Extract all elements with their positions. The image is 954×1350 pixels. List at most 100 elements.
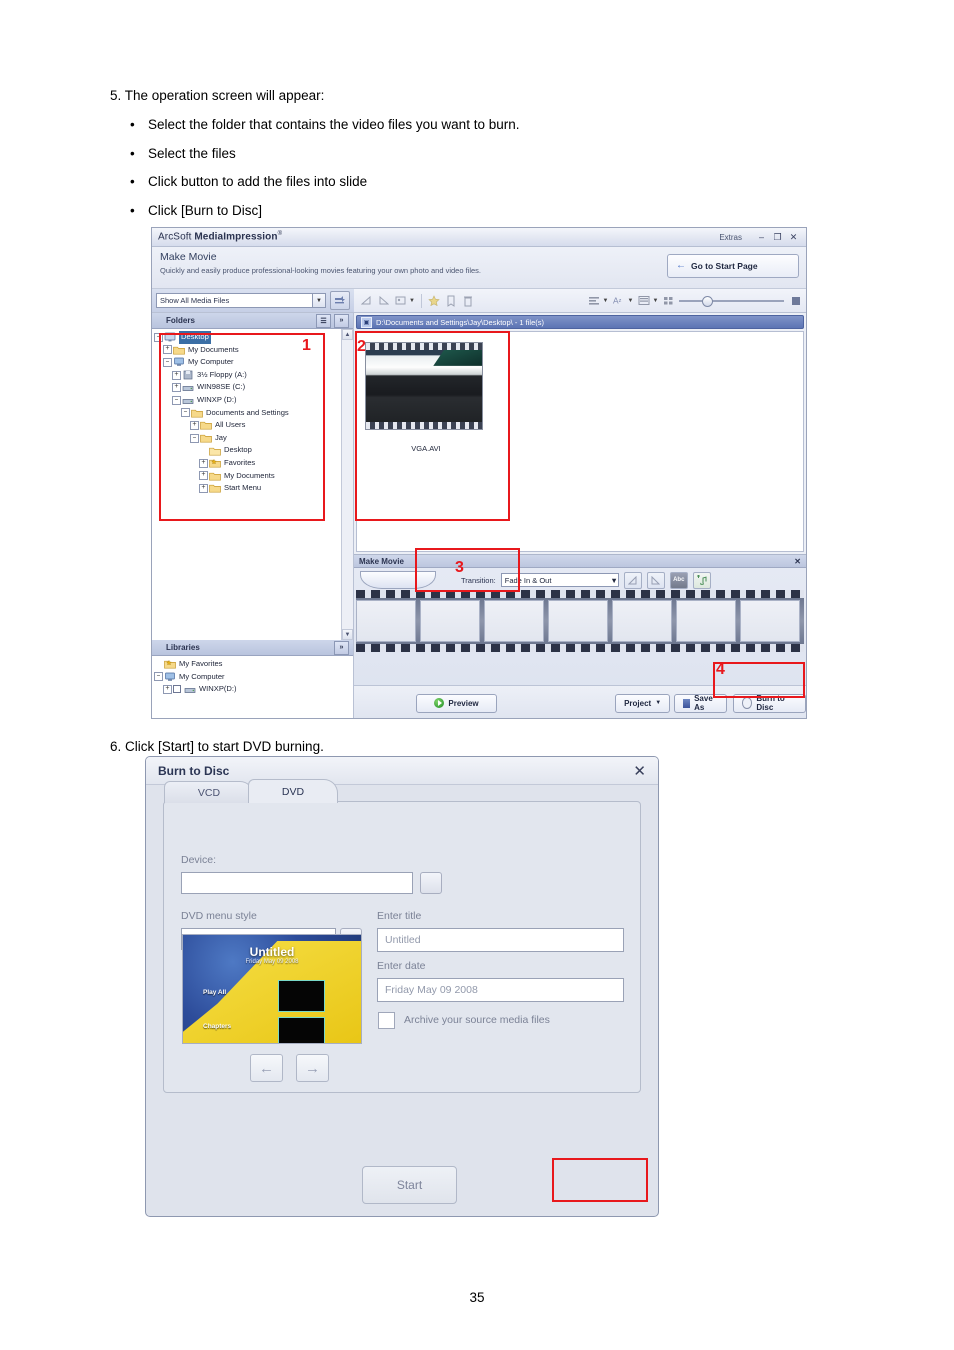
media-thumbnail-item[interactable]: VGA.AVI (365, 342, 487, 453)
tree-item-checkbox[interactable] (173, 685, 181, 694)
collapse-icon[interactable]: – (190, 433, 199, 443)
folders-pane-grip-icon[interactable]: ☰ (316, 313, 331, 328)
chevron-down-icon[interactable]: ▼ (312, 294, 325, 307)
thumbnail-zoom-slider[interactable] (679, 295, 784, 307)
zoom-slider-knob[interactable] (702, 295, 714, 307)
tree-item[interactable]: + My Documents (154, 344, 353, 357)
video-thumbnail[interactable] (365, 342, 483, 430)
collapse-icon[interactable]: – (154, 332, 163, 342)
close-button[interactable]: ✕ (787, 231, 800, 243)
chevron-down-icon[interactable]: ▼ (409, 298, 415, 304)
tree-item[interactable]: + My Documents (154, 470, 353, 483)
tree-item[interactable]: – Documents and Settings (154, 407, 353, 420)
tree-item[interactable]: My Favorites (154, 658, 353, 671)
tag-icon[interactable] (445, 294, 458, 307)
archive-source-checkbox[interactable] (378, 1012, 395, 1029)
add-to-slide-button[interactable] (360, 571, 436, 589)
save-as-button[interactable]: Save As (674, 693, 727, 713)
chevron-down-icon[interactable]: ▼ (652, 298, 658, 304)
scroll-down-icon[interactable]: ▼ (342, 629, 353, 640)
collapse-icon[interactable]: – (181, 408, 190, 418)
previous-page-button[interactable]: ← (250, 1054, 283, 1082)
expand-icon[interactable]: + (190, 420, 199, 430)
filmstrip-slot[interactable] (484, 600, 544, 642)
minimize-button[interactable]: – (755, 231, 768, 243)
go-to-start-page-button[interactable]: ← Go to Start Page (667, 254, 799, 278)
expand-icon[interactable]: + (163, 345, 172, 355)
expand-icon[interactable]: + (199, 483, 208, 493)
tree-item[interactable]: – WINXP (D:) (154, 394, 353, 407)
dvd-menu-preview[interactable]: Untitled Friday May 09 2008 Play All Cha… (182, 934, 362, 1044)
view-list-icon[interactable] (588, 294, 601, 307)
rotate-left-icon[interactable] (623, 571, 642, 589)
libraries-pane-collapse-button[interactable]: » (334, 640, 349, 655)
filmstrip-slot[interactable] (740, 600, 800, 642)
folder-tree-scrollbar[interactable]: ▲ ▼ (341, 329, 353, 640)
close-icon[interactable]: ✕ (633, 762, 646, 780)
import-media-button[interactable] (330, 291, 350, 310)
collapse-icon[interactable]: – (172, 395, 181, 405)
filmstrip-frames[interactable] (356, 600, 804, 642)
add-music-icon[interactable] (692, 571, 711, 589)
collapse-icon[interactable]: – (163, 357, 172, 367)
thumbnail-grid-icon[interactable] (662, 294, 675, 307)
tree-item[interactable]: + WINXP(D:) (154, 683, 353, 696)
expand-icon[interactable]: + (199, 471, 208, 481)
start-button[interactable]: Start (362, 1166, 457, 1204)
favorite-star-icon[interactable] (428, 294, 441, 307)
project-button[interactable]: Project ▼ (615, 693, 671, 713)
tab-vcd[interactable]: VCD (164, 781, 254, 803)
extras-menu[interactable]: Extras (719, 233, 742, 242)
folder-tree[interactable]: – Desktop + My Documents – My Computer +3½ Flo… (152, 329, 353, 495)
tree-item[interactable]: + Start Menu (154, 482, 353, 495)
expand-icon[interactable]: + (172, 383, 181, 393)
make-movie-close-icon[interactable]: ✕ (794, 557, 801, 566)
add-text-icon[interactable]: Abc (669, 571, 688, 589)
chevron-down-icon[interactable]: ▼ (628, 298, 634, 304)
large-thumbnail-icon[interactable] (792, 296, 800, 305)
tree-item[interactable]: +3½ Floppy (A:) (154, 369, 353, 382)
preview-button[interactable]: Preview (416, 693, 498, 713)
rotate-left-icon[interactable] (360, 294, 373, 307)
burn-to-disc-button[interactable]: Burn to Disc (732, 693, 806, 713)
tree-item[interactable]: + All Users (154, 419, 353, 432)
sort-az-icon[interactable]: Az (613, 294, 626, 307)
library-tree[interactable]: My Favorites – My Computer + WINXP(D:) (152, 656, 353, 696)
path-bar[interactable]: ▣ D:\Documents and Settings\Jay\Desktop\… (356, 315, 804, 329)
expand-icon[interactable]: + (172, 370, 181, 380)
filmstrip-slot[interactable] (676, 600, 736, 642)
transition-combo[interactable]: Fade In & Out ▼ (500, 573, 619, 587)
device-input[interactable] (181, 872, 413, 894)
media-filter-combo[interactable]: Show All Media Files ▼ (156, 293, 326, 308)
maximize-button[interactable]: ❐ (771, 231, 784, 243)
expand-icon[interactable]: + (163, 684, 172, 694)
rotate-right-icon[interactable] (646, 571, 665, 589)
tree-item[interactable]: Desktop (154, 444, 353, 457)
next-page-button[interactable]: → (296, 1054, 329, 1082)
details-view-icon[interactable] (637, 294, 650, 307)
tab-dvd[interactable]: DVD (248, 779, 338, 803)
chevron-down-icon[interactable]: ▼ (610, 576, 617, 585)
image-tools-icon[interactable] (394, 294, 407, 307)
rotate-right-icon[interactable] (377, 294, 390, 307)
movie-filmstrip[interactable] (356, 590, 804, 652)
tree-item[interactable]: – Jay (154, 432, 353, 445)
filmstrip-slot[interactable] (612, 600, 672, 642)
collapse-icon[interactable]: – (154, 672, 163, 682)
delete-icon[interactable] (462, 294, 475, 307)
media-browser[interactable]: VGA.AVI (356, 331, 804, 552)
tree-item[interactable]: + WIN98SE (C:) (154, 381, 353, 394)
tree-item[interactable]: – My Computer (154, 671, 353, 684)
device-refresh-button[interactable] (420, 872, 442, 894)
filmstrip-slot[interactable] (548, 600, 608, 642)
tree-item[interactable]: – My Computer (154, 356, 353, 369)
chevron-down-icon[interactable]: ▼ (603, 298, 609, 304)
tree-item[interactable]: + Favorites (154, 457, 353, 470)
enter-title-input[interactable]: Untitled (377, 928, 624, 952)
folders-pane-collapse-button[interactable]: » (334, 313, 349, 328)
filmstrip-slot[interactable] (420, 600, 480, 642)
enter-date-input[interactable]: Friday May 09 2008 (377, 978, 624, 1002)
scroll-up-icon[interactable]: ▲ (342, 329, 353, 340)
filmstrip-slot[interactable] (356, 600, 416, 642)
tree-item[interactable]: – Desktop (154, 331, 353, 344)
